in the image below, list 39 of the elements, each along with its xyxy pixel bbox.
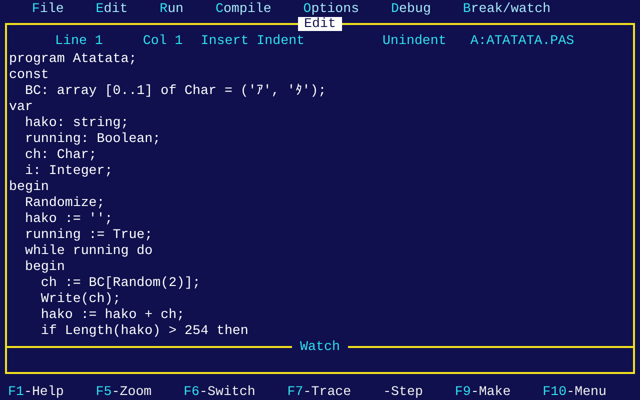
function-key-hint[interactable]: F6-Switch xyxy=(184,384,256,400)
menu-item[interactable]: File xyxy=(32,0,64,16)
function-key-hint[interactable]: F1-Help xyxy=(8,384,64,400)
code-line: if Length(hako) > 254 then xyxy=(40,323,250,339)
code-line: begin xyxy=(24,259,66,275)
menu-item[interactable]: Edit xyxy=(96,0,128,16)
menu-item[interactable]: Compile xyxy=(215,0,272,16)
function-key-hint[interactable]: F10-Menu xyxy=(542,384,607,400)
status-field: Unindent xyxy=(382,33,446,49)
code-line: running := True; xyxy=(24,227,154,243)
status-field: Insert Indent xyxy=(200,33,305,49)
status-field: Col 1 xyxy=(142,33,183,49)
code-line: hako := ''; xyxy=(24,211,114,227)
code-line: i: Integer; xyxy=(24,163,114,179)
code-line: Write(ch); xyxy=(40,291,122,307)
code-line: Randomize; xyxy=(24,195,106,211)
status-field: Line 1 xyxy=(55,33,103,49)
code-line: var xyxy=(9,99,34,115)
function-key-hint[interactable]: -Step xyxy=(383,384,423,400)
function-key-hint[interactable]: F5-Zoom xyxy=(96,384,152,400)
code-line: while running do xyxy=(24,243,154,259)
code-line: BC: array [0..1] of Char = ('ｱ', 'ﾀ'); xyxy=(24,83,328,99)
code-line: ch := BC[Random(2)]; xyxy=(40,275,202,291)
menu-item[interactable]: Options xyxy=(303,0,360,16)
code-line: program Atatata; xyxy=(9,51,138,67)
function-key-hint[interactable]: F9-Make xyxy=(454,384,511,400)
code-line: running: Boolean; xyxy=(24,131,162,147)
menu-item[interactable]: Run xyxy=(160,0,184,16)
code-line: hako := hako + ch; xyxy=(40,307,186,323)
watch-title: Watch xyxy=(300,339,340,355)
code-line: begin xyxy=(9,179,50,195)
menu-item[interactable]: Debug xyxy=(391,0,431,16)
menu-item[interactable]: Break/watch xyxy=(462,0,551,16)
code-line: const xyxy=(9,67,50,83)
status-field: A:ATATATA.PAS xyxy=(470,33,574,49)
window-title: Edit xyxy=(298,17,342,31)
function-key-hint[interactable]: F7-Trace xyxy=(287,384,352,400)
code-line: ch: Char; xyxy=(24,147,98,163)
code-line: hako: string; xyxy=(24,115,130,131)
